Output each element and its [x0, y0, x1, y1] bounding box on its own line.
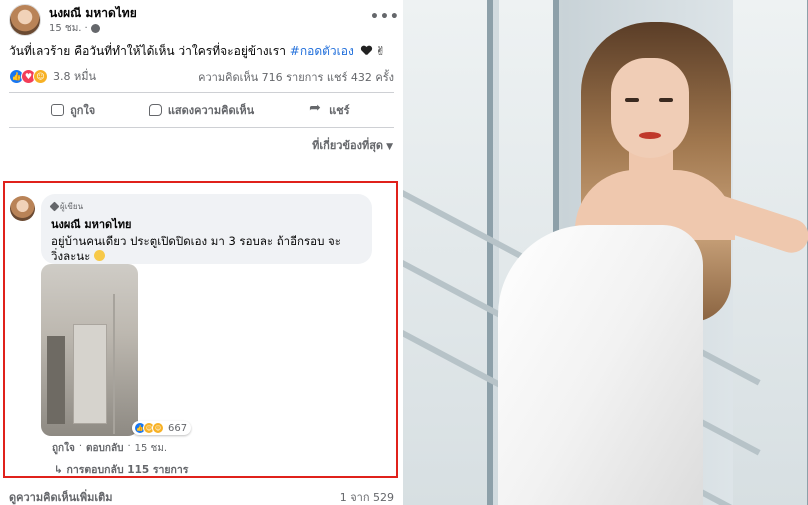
more-comments-link[interactable]: ดูความคิดเห็นเพิ่มเติม [9, 488, 113, 505]
comment-reaction-count: 667 [168, 422, 188, 434]
eye [659, 98, 673, 102]
comment-text: อยู่บ้านคนเดียว ประตูเปิดปิดเอง มา 3 รอบ… [51, 234, 341, 263]
face [611, 58, 689, 158]
post-stats[interactable]: ความคิดเห็น 716 รายการ แชร์ 432 ครั้ง [198, 68, 394, 86]
hashtag-link[interactable]: #กอดตัวเอง [290, 44, 354, 58]
share-icon [309, 100, 323, 116]
black-heart-icon [361, 46, 372, 56]
comment-like-button[interactable]: ถูกใจ [52, 441, 75, 456]
comment-author-name[interactable]: นงผณี มหาดไทย [51, 215, 362, 233]
comment-button[interactable]: แสดงความคิดเห็น [137, 96, 265, 124]
care-reaction-icon: ☺ [33, 68, 48, 84]
reaction-count: 3.8 หมื่น [53, 70, 97, 83]
view-replies-link[interactable]: ↳ การตอบกลับ 115 รายการ [54, 461, 188, 478]
comment-reactions[interactable]: 👍 ☺ ☺ 667 [132, 421, 192, 435]
reply-arrow-icon: ↳ [54, 464, 67, 476]
post-action-bar: ถูกใจ แสดงความคิดเห็น แชร์ [9, 96, 394, 124]
comment-time[interactable]: 15 ชม. [135, 441, 167, 456]
comment-pager: 1 จาก 529 [339, 491, 394, 504]
globe-icon [90, 24, 100, 33]
facebook-post-panel: นงผณี มหาดไทย 15 ชม. · ••• วันที่เลวร้าย… [0, 0, 403, 505]
photo-door [73, 324, 107, 424]
divider [9, 92, 394, 93]
comment-bubble: ผู้เขียน นงผณี มหาดไทย อยู่บ้านคนเดียว ป… [41, 194, 372, 264]
photo-wall-edge [113, 294, 115, 434]
haha-reaction-icon: ☺ [152, 422, 164, 434]
post-time[interactable]: 15 ชม. [49, 21, 81, 36]
post-text: วันที่เลวร้าย คือวันที่ทำให้ได้เห็น ว่าใ… [9, 44, 386, 58]
like-button[interactable]: ถูกใจ [9, 96, 137, 124]
victory-hand-icon: ✌ [375, 44, 386, 58]
share-button[interactable]: แชร์ [266, 96, 394, 124]
thumbs-up-icon [51, 104, 65, 116]
comment-actions: ถูกใจ · ตอบกลับ · 15 ชม. [52, 441, 168, 456]
window-pane [733, 0, 808, 505]
post-reactions[interactable]: 👍 ♥ ☺ 3.8 หมื่น [9, 67, 96, 85]
post-meta: 15 ชม. · [49, 21, 100, 36]
white-dress [498, 225, 703, 505]
lips [639, 132, 661, 139]
comment-sort-dropdown[interactable]: ที่เกี่ยวข้องที่สุด ▼ [312, 136, 393, 154]
smiling-face-icon [94, 250, 105, 261]
comment-photo[interactable] [41, 264, 138, 436]
author-badge: ผู้เขียน [49, 200, 362, 213]
window-pane [403, 0, 493, 505]
author-avatar[interactable] [9, 4, 41, 36]
caret-down-icon: ▼ [386, 142, 393, 152]
comment-reply-button[interactable]: ตอบกลับ [86, 441, 123, 456]
divider [9, 127, 394, 128]
photo-doorway [47, 336, 65, 424]
comment-icon [148, 104, 162, 116]
comment-author-avatar[interactable] [10, 196, 35, 221]
portrait-photo [403, 0, 808, 505]
pencil-icon [49, 201, 60, 212]
eye [625, 98, 639, 102]
more-options-icon[interactable]: ••• [370, 9, 400, 25]
